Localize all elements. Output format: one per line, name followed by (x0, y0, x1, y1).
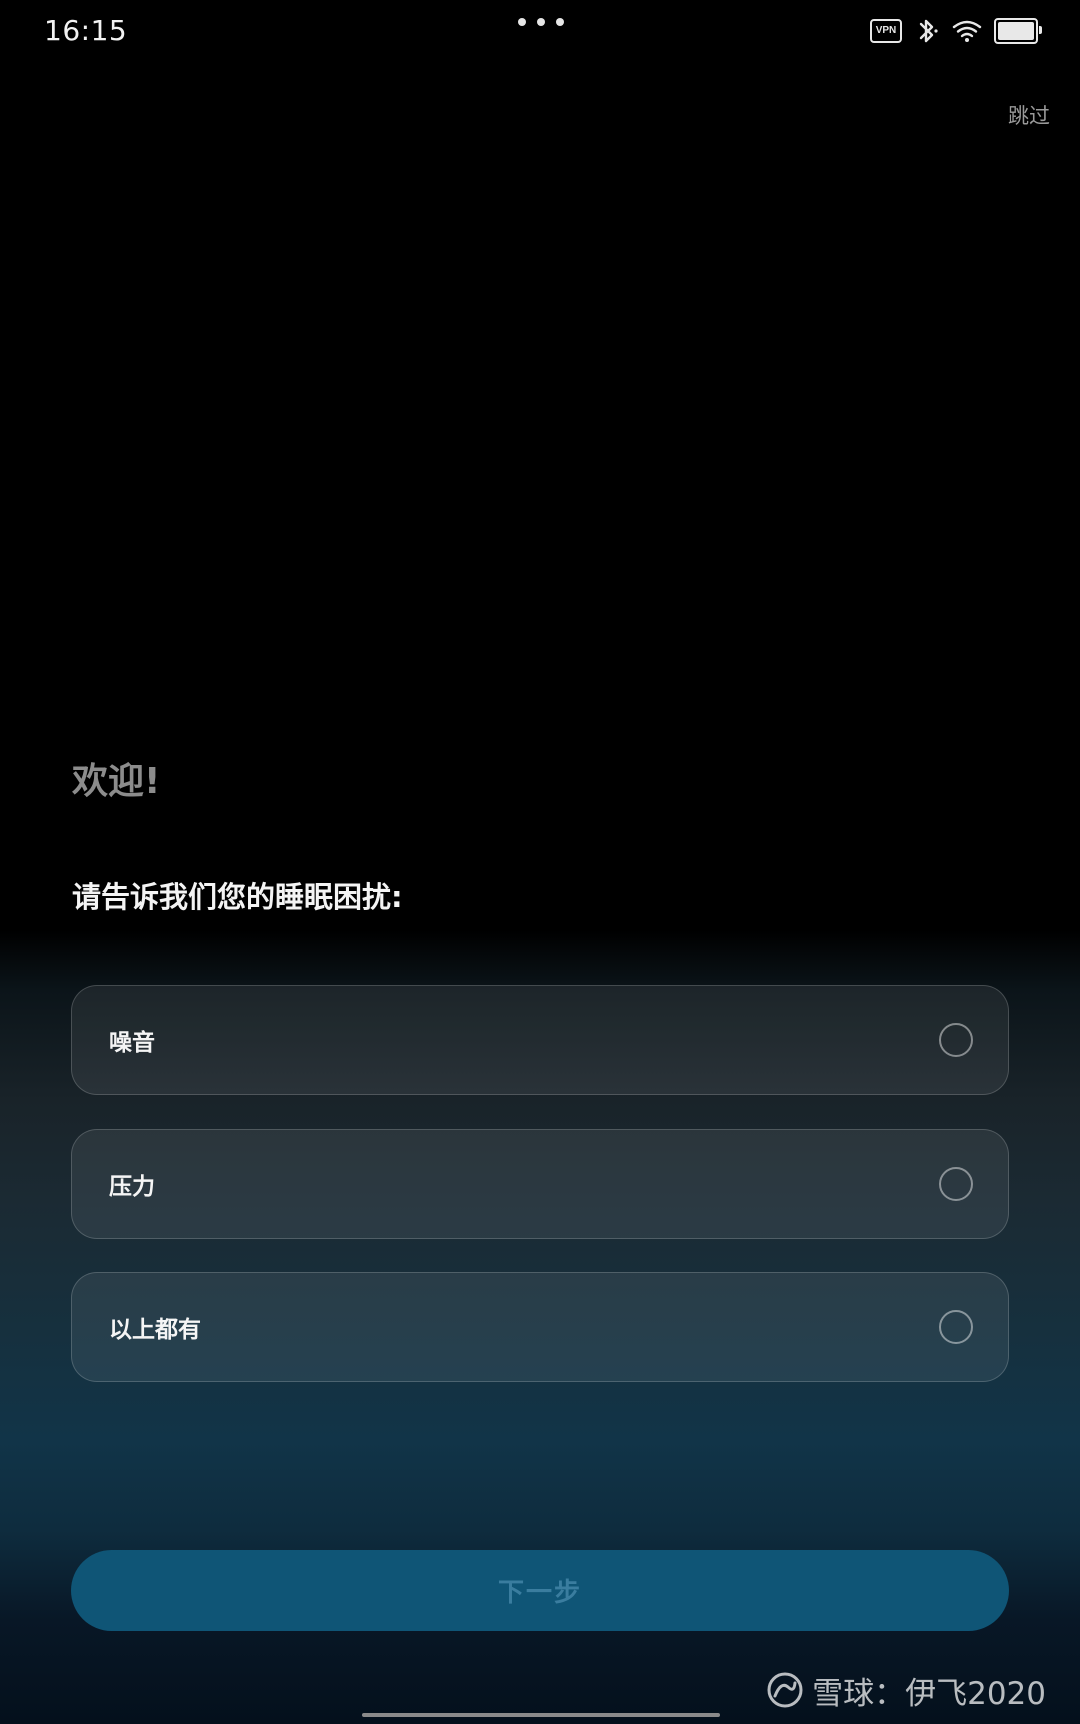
option-noise[interactable]: 噪音 (71, 985, 1009, 1095)
question-text: 请告诉我们您的睡眠困扰: (72, 880, 403, 914)
option-label: 噪音 (109, 1030, 155, 1056)
status-icons: VPN (870, 16, 1042, 46)
option-label: 以上都有 (109, 1317, 201, 1343)
option-all-above[interactable]: 以上都有 (71, 1272, 1009, 1382)
watermark: 雪球：伊飞2020 (766, 1668, 1046, 1712)
wifi-icon (952, 20, 982, 42)
home-indicator[interactable] (362, 1713, 720, 1717)
background (0, 0, 1080, 1724)
welcome-title: 欢迎! (72, 761, 161, 802)
option-stress[interactable]: 压力 (71, 1129, 1009, 1239)
vpn-icon: VPN (870, 19, 902, 43)
radio-button[interactable] (939, 1310, 973, 1344)
battery-icon (994, 18, 1042, 44)
watermark-text: 雪球：伊飞2020 (812, 1675, 1046, 1712)
bluetooth-icon (919, 19, 938, 43)
options-list: 噪音 压力 以上都有 (71, 985, 1009, 1416)
option-label: 压力 (109, 1174, 155, 1200)
status-time: 16:15 (44, 14, 128, 47)
snowball-logo-icon (767, 1672, 803, 1708)
more-dots-icon[interactable] (518, 18, 564, 28)
radio-button[interactable] (939, 1167, 973, 1201)
next-button[interactable]: 下一步 (71, 1550, 1009, 1631)
skip-button[interactable]: 跳过 (1008, 100, 1050, 130)
radio-button[interactable] (939, 1023, 973, 1057)
